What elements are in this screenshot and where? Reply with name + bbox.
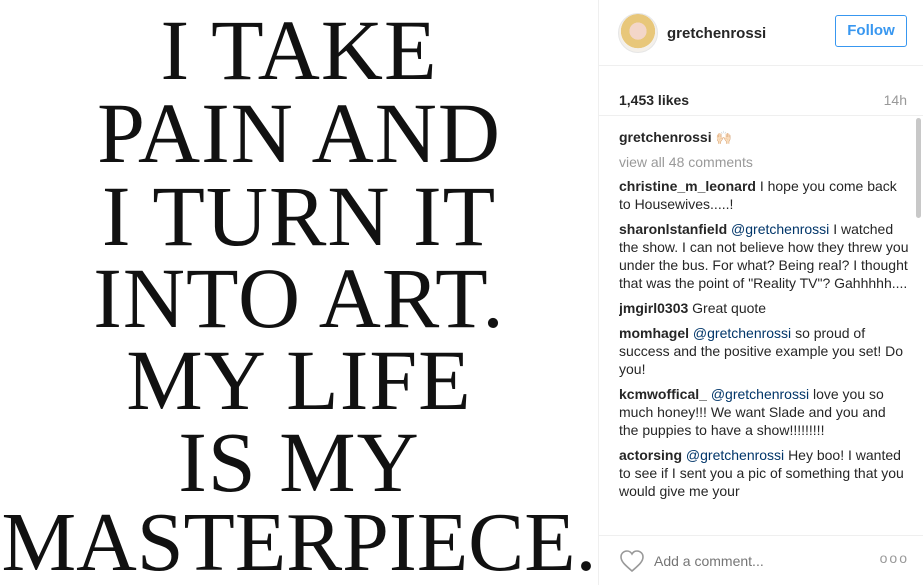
comment-text: Great quote [692,300,767,316]
comment-username[interactable]: sharonlstanfield [619,221,727,237]
comment-mention[interactable]: @gretchenrossi [711,386,809,402]
comment: momhagel @gretchenrossi so proud of succ… [619,324,909,378]
comment-mention[interactable]: @gretchenrossi [693,325,791,341]
avatar[interactable] [618,13,658,53]
comment-mention[interactable]: @gretchenrossi [731,221,829,237]
comment: actorsing @gretchenrossi Hey boo! I want… [619,446,909,500]
raised-hands-emoji: 🙌🏻 [715,130,732,145]
comment-username[interactable]: kcmwoffical_ [619,386,707,402]
view-all-comments-link[interactable]: view all 48 comments [619,153,909,171]
stats-row: 1,453 likes 14h [599,66,923,116]
comment: jmgirl0303 Great quote [619,299,909,317]
add-comment-input[interactable] [654,553,874,569]
more-options-icon[interactable]: ooo [880,550,909,566]
post-header: gretchenrossi Follow [599,0,923,66]
comment-footer: ooo [599,535,923,585]
quote-line: MASTERPIECE. [1,496,597,585]
follow-button[interactable]: Follow [835,15,907,47]
caption-username[interactable]: gretchenrossi [619,129,712,145]
comments-list: gretchenrossi 🙌🏻 view all 48 comments ch… [619,128,909,523]
comment-mention[interactable]: @gretchenrossi [686,447,784,463]
header-username[interactable]: gretchenrossi [667,25,766,42]
comment: kcmwoffical_ @gretchenrossi love you so … [619,385,909,439]
post-sidebar: gretchenrossi Follow 1,453 likes 14h gre… [598,0,923,585]
heart-icon[interactable] [619,549,645,573]
likes-count[interactable]: 1,453 likes [619,92,689,108]
comment-username[interactable]: momhagel [619,325,689,341]
comment-username[interactable]: christine_m_leonard [619,178,756,194]
comment: christine_m_leonard I hope you come back… [619,177,909,213]
comment: sharonlstanfield @gretchenrossi I watche… [619,220,909,292]
comment-username[interactable]: actorsing [619,447,682,463]
post-image[interactable]: I TAKE PAIN AND I TURN IT INTO ART. MY L… [0,0,598,585]
comments-scrollbar[interactable] [916,118,921,218]
instagram-post: I TAKE PAIN AND I TURN IT INTO ART. MY L… [0,0,923,585]
comment-username[interactable]: jmgirl0303 [619,300,688,316]
caption: gretchenrossi 🙌🏻 [619,128,909,147]
post-timestamp[interactable]: 14h [884,92,907,108]
